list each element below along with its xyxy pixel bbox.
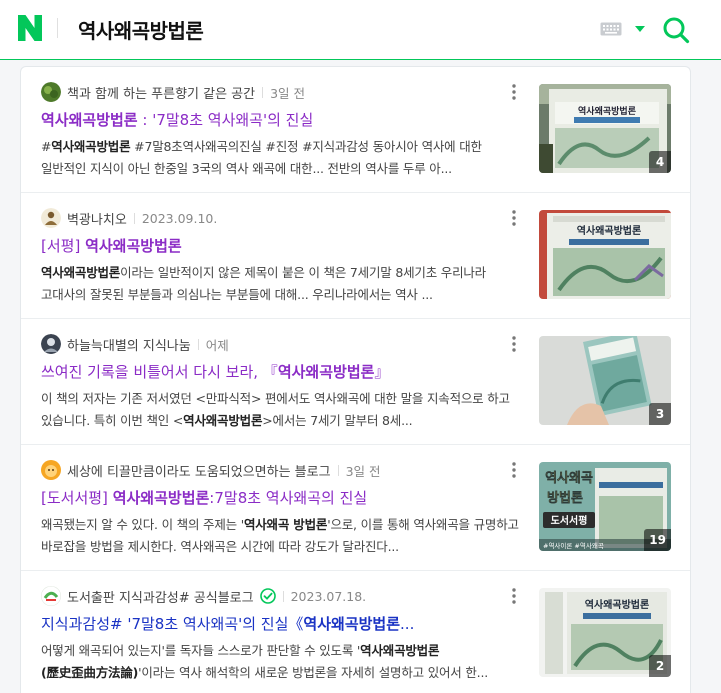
result-snippet[interactable]: 역사왜곡방법론이라는 일반적이지 않은 제목이 붙은 이 책은 7세기말 8세기… [41, 262, 519, 306]
thumb-caption: 역사왜곡 [545, 470, 593, 486]
blog-name[interactable]: 하늘늑대별의 지식나눔 [67, 335, 191, 354]
result-item: 세상에 티끌만큼이라도 도움되었으면하는 블로그 3일 전 [도서서평] 역사왜… [21, 445, 690, 571]
blog-results-panel: 책과 함께 하는 푸른향기 같은 공간 3일 전 역사왜곡방법론 : '7말8초… [20, 66, 691, 693]
blog-name[interactable]: 세상에 티끌만큼이라도 도움되었으면하는 블로그 [67, 461, 331, 480]
dropdown-arrow-icon[interactable] [634, 24, 646, 34]
snippet-text: >에서는 7세기 말부터 8세... [262, 413, 413, 428]
header-divider [57, 18, 58, 38]
result-snippet[interactable]: 어떻게 왜곡되어 있는지'를 독자들 스스로가 판단할 수 있도록 '역사왜곡방… [41, 640, 519, 684]
cover-title: 역사왜곡방법론 [577, 224, 641, 237]
snippet-highlight: 역사왜곡 방법론 [243, 517, 328, 532]
avatar[interactable] [41, 208, 61, 228]
snippet-text: 왜곡됐는지 알 수 있다. 이 책의 주제는 ' [41, 517, 244, 532]
result-source: 책과 함께 하는 푸른향기 같은 공간 3일 전 [41, 81, 305, 103]
divider [282, 590, 284, 602]
title-highlight: 역사왜곡방법론 [85, 237, 182, 255]
snippet-highlight: 역사왜곡방법론 [51, 139, 131, 154]
result-title-link[interactable]: [서평] 역사왜곡방법론 [41, 235, 521, 257]
more-options-icon[interactable] [507, 461, 521, 479]
cover-title: 역사왜곡방법론 [578, 105, 636, 117]
result-title-link[interactable]: 쓰여진 기록을 비틀어서 다시 보라, 『역사왜곡방법론』 [41, 361, 521, 383]
avatar[interactable] [41, 460, 61, 480]
divider [133, 212, 135, 224]
result-thumbnail[interactable]: 역사왜곡방법론 4 [539, 84, 671, 173]
keyboard-icon[interactable] [600, 22, 622, 36]
snippet-text: '이라는 역사 해석학의 새로운 방법론을 자세히 설명하고 있어서 한... [138, 665, 488, 680]
cover-title: 역사왜곡방법론 [585, 598, 649, 611]
result-snippet[interactable]: 이 책의 저자는 기존 저서였던 <만파식적> 편에서도 역사왜곡에 대한 말을… [41, 388, 519, 432]
image-count-badge: 19 [644, 529, 671, 551]
avatar[interactable] [41, 586, 61, 606]
book-photo: 역사왜곡방법론 [539, 210, 671, 299]
divider [337, 464, 339, 476]
post-date: 어제 [205, 337, 229, 353]
post-date: 2023.07.18. [290, 588, 367, 604]
snippet-text: # [41, 139, 52, 154]
title-highlight: 역사왜곡방법론 [112, 489, 210, 507]
more-options-icon[interactable] [507, 209, 521, 227]
image-count-badge: 2 [649, 655, 671, 677]
result-title-link[interactable]: 지식과감성# '7말8초 역사왜곡'의 진실《역사왜곡방법론... [41, 613, 521, 635]
thumb-caption: #역사이론 #역사왜곡 [543, 541, 604, 550]
search-icon[interactable] [662, 16, 690, 44]
snippet-text: 어떻게 왜곡되어 있는지'를 독자들 스스로가 판단할 수 있도록 ' [41, 643, 361, 658]
more-options-icon[interactable] [507, 83, 521, 101]
title-text: ... [400, 615, 415, 633]
title-highlight: 역사왜곡방법론 [303, 615, 401, 633]
title-highlight: 역사왜곡방법론 [277, 363, 375, 381]
thumb-caption: 도서서평 [551, 514, 588, 527]
snippet-highlight: 역사왜곡방법론 [183, 413, 263, 428]
result-source: 벽광나치오 2023.09.10. [41, 207, 217, 229]
result-item: 하늘늑대별의 지식나눔 어제 쓰여진 기록을 비틀어서 다시 보라, 『역사왜곡… [21, 319, 690, 445]
more-options-icon[interactable] [507, 587, 521, 605]
title-text: 』 [374, 363, 390, 381]
image-count-badge: 3 [649, 403, 671, 425]
result-item: 벽광나치오 2023.09.10. [서평] 역사왜곡방법론 역사왜곡방법론이라… [21, 193, 690, 319]
result-thumbnail[interactable]: 역사왜곡방법론 [539, 210, 671, 299]
naver-logo-icon[interactable] [18, 15, 42, 41]
official-verified-icon [259, 588, 276, 604]
title-highlight: 역사왜곡방법론 [41, 111, 138, 129]
image-count-badge: 4 [649, 151, 671, 173]
result-item: 책과 함께 하는 푸른향기 같은 공간 3일 전 역사왜곡방법론 : '7말8초… [21, 67, 690, 193]
search-header: 역사왜곡방법론 [0, 0, 721, 60]
blog-name[interactable]: 벽광나치오 [67, 209, 127, 228]
snippet-highlight: 역사왜곡방법론 [41, 265, 121, 280]
post-date: 2023.09.10. [141, 210, 218, 226]
title-text: 쓰여진 기록을 비틀어서 다시 보라, 『 [41, 363, 278, 381]
result-title-link[interactable]: 역사왜곡방법론 : '7말8초 역사왜곡'의 진실 [41, 109, 521, 131]
avatar[interactable] [41, 334, 61, 354]
result-snippet[interactable]: #역사왜곡방법론 #7말8초역사왜곡의진실 #진정 #지식과감성 동아시아 역사… [41, 136, 519, 180]
avatar[interactable] [41, 82, 61, 102]
title-text: [도서서평] [41, 489, 113, 507]
thumb-caption: 방법론 [547, 490, 583, 506]
search-query-text[interactable]: 역사왜곡방법론 [78, 15, 204, 44]
title-text: [서평] [41, 237, 86, 255]
result-item: 도서출판 지식과감성# 공식블로그 2023.07.18. 지식과감성# '7말… [21, 571, 690, 693]
post-date: 3일 전 [345, 463, 381, 479]
result-thumbnail[interactable]: 역사왜곡 방법론 도서서평 #역사이론 #역사왜곡 19 [539, 462, 671, 551]
divider [262, 86, 264, 98]
result-thumbnail[interactable]: 역사왜곡방법론 2 [539, 588, 671, 677]
result-snippet[interactable]: 왜곡됐는지 알 수 있다. 이 책의 주제는 '역사왜곡 방법론'으로, 이를 … [41, 514, 519, 558]
result-source: 도서출판 지식과감성# 공식블로그 2023.07.18. [41, 585, 366, 607]
more-options-icon[interactable] [507, 335, 521, 353]
result-source: 세상에 티끌만큼이라도 도움되었으면하는 블로그 3일 전 [41, 459, 381, 481]
post-date: 3일 전 [270, 85, 306, 101]
blog-name[interactable]: 도서출판 지식과감성# 공식블로그 [67, 587, 254, 606]
result-source: 하늘늑대별의 지식나눔 어제 [41, 333, 229, 355]
divider [197, 338, 199, 350]
title-text: 지식과감성# '7말8초 역사왜곡'의 진실《 [41, 615, 304, 633]
result-title-link[interactable]: [도서서평] 역사왜곡방법론:7말8초 역사왜곡의 진실 [41, 487, 521, 509]
title-text: : '7말8초 역사왜곡'의 진실 [137, 111, 314, 129]
blog-name[interactable]: 책과 함께 하는 푸른향기 같은 공간 [67, 83, 255, 102]
result-thumbnail[interactable]: 3 [539, 336, 671, 425]
title-text: :7말8초 역사왜곡의 진실 [209, 489, 368, 507]
